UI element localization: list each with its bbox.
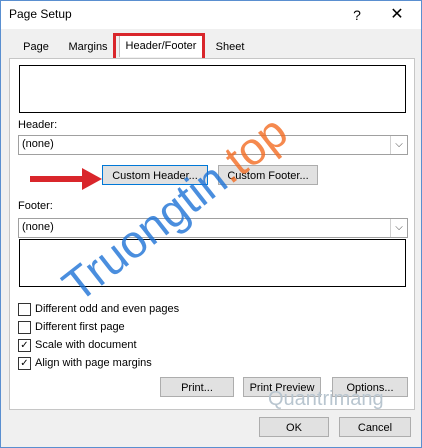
close-button[interactable]: ✕	[383, 4, 411, 26]
header-preview	[19, 65, 406, 113]
ok-button[interactable]: OK	[259, 417, 329, 437]
footer-label: Footer:	[18, 200, 53, 212]
option-label: Align with page margins	[35, 357, 152, 369]
option-label: Different odd and even pages	[35, 303, 180, 315]
title-bar: Page Setup ? ✕	[1, 1, 421, 29]
page-setup-dialog: Page Setup ? ✕ Page Margins Header/Foote…	[0, 0, 422, 448]
tab-sheet[interactable]: Sheet	[209, 38, 251, 56]
dialog-title: Page Setup	[9, 7, 72, 21]
header-footer-panel: Header: (none) ⌵ Custom Header... Custom…	[9, 58, 415, 410]
checkbox-odd-even[interactable]	[18, 303, 31, 316]
print-button[interactable]: Print...	[160, 377, 234, 397]
header-dropdown-value: (none)	[22, 138, 54, 150]
option-label: Different first page	[35, 321, 125, 333]
chevron-down-icon[interactable]: ⌵	[390, 219, 407, 237]
checkbox-first-page[interactable]	[18, 321, 31, 334]
cancel-button[interactable]: Cancel	[339, 417, 411, 437]
footer-dropdown[interactable]: (none) ⌵	[18, 218, 408, 238]
red-arrow-icon	[30, 168, 102, 190]
tab-strip: Page Margins Header/Footer Sheet	[1, 29, 421, 59]
checkbox-align[interactable]: ✓	[18, 357, 31, 370]
tab-page[interactable]: Page	[13, 38, 59, 56]
chevron-down-icon[interactable]: ⌵	[390, 136, 407, 154]
tab-margins[interactable]: Margins	[63, 38, 113, 56]
header-label: Header:	[18, 119, 58, 131]
watermark-small: Quantrimang	[268, 388, 384, 410]
help-button[interactable]: ?	[343, 4, 371, 26]
option-label: Scale with document	[35, 339, 137, 351]
checkbox-scale[interactable]: ✓	[18, 339, 31, 352]
footer-dropdown-value: (none)	[22, 221, 54, 233]
